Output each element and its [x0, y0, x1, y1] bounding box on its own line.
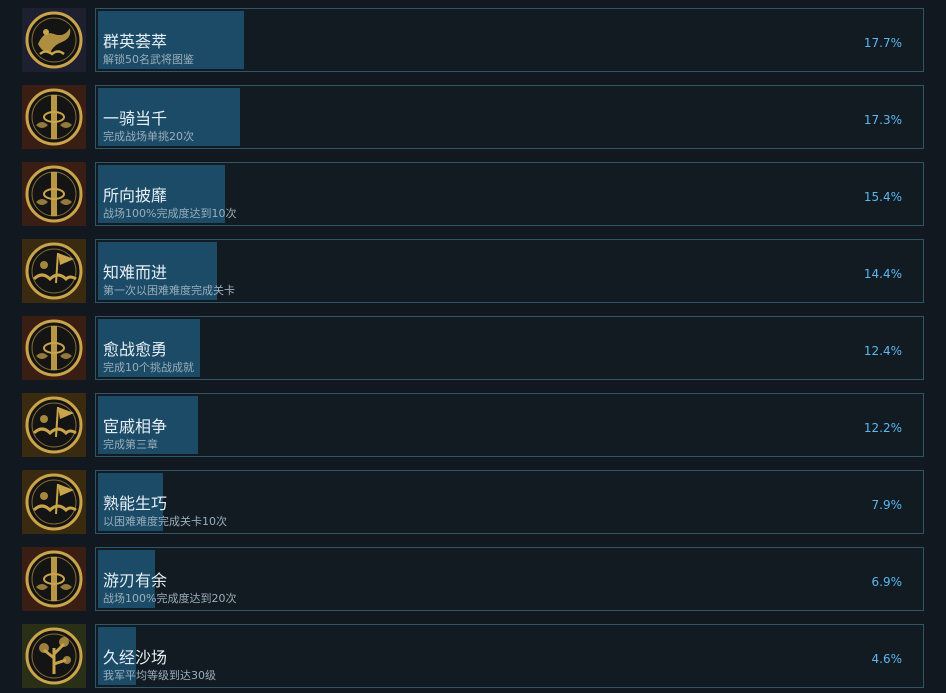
unlock-percent: 6.9% [871, 575, 903, 589]
achievement-progress-panel: 游刃有余 战场100%完成度达到20次 6.9% [95, 547, 924, 611]
unlock-percent: 14.4% [863, 267, 902, 281]
achievement-description: 完成第三章 [103, 438, 158, 451]
sword-medal-icon [22, 547, 86, 611]
dragon-cloud-medal-icon [22, 8, 86, 72]
sword-medal-icon [22, 85, 86, 149]
flag-cloud-medal-icon [22, 239, 86, 303]
achievement-row[interactable]: 群英荟萃 解锁50名武将图鉴 17.7% [0, 0, 946, 77]
unlock-percent: 17.7% [863, 36, 902, 50]
flag-cloud-medal-icon [22, 470, 86, 534]
achievement-description: 战场100%完成度达到20次 [103, 592, 237, 605]
achievement-name: 游刃有余 [103, 571, 168, 590]
achievement-description: 完成10个挑战成就 [103, 361, 194, 374]
achievement-description: 完成战场单挑20次 [103, 130, 194, 143]
achievement-progress-panel: 愈战愈勇 完成10个挑战成就 12.4% [95, 316, 924, 380]
unlock-percent: 12.4% [863, 344, 902, 358]
achievement-name: 知难而进 [103, 263, 168, 282]
achievement-progress-panel: 所向披靡 战场100%完成度达到10次 15.4% [95, 162, 924, 226]
achievement-row[interactable]: 一骑当千 完成战场单挑20次 17.3% [0, 77, 946, 154]
achievement-name: 愈战愈勇 [103, 340, 168, 359]
achievement-name: 所向披靡 [103, 186, 168, 205]
achievement-description: 我军平均等级到达30级 [103, 669, 216, 682]
achievement-description: 以困难难度完成关卡10次 [103, 515, 227, 528]
achievement-name: 熟能生巧 [103, 494, 168, 513]
achievement-progress-panel: 宦戚相争 完成第三章 12.2% [95, 393, 924, 457]
unlock-percent: 15.4% [863, 190, 902, 204]
tree-medal-icon [22, 624, 86, 688]
sword-medal-icon [22, 316, 86, 380]
achievement-row[interactable]: 愈战愈勇 完成10个挑战成就 12.4% [0, 308, 946, 385]
achievement-description: 解锁50名武将图鉴 [103, 53, 194, 66]
achievement-row[interactable]: 所向披靡 战场100%完成度达到10次 15.4% [0, 154, 946, 231]
achievement-progress-panel: 群英荟萃 解锁50名武将图鉴 17.7% [95, 8, 924, 72]
achievement-description: 战场100%完成度达到10次 [103, 207, 237, 220]
unlock-percent: 17.3% [863, 113, 902, 127]
achievement-name: 宦戚相争 [103, 417, 168, 436]
unlock-percent: 4.6% [871, 652, 903, 666]
achievement-row[interactable]: 熟能生巧 以困难难度完成关卡10次 7.9% [0, 462, 946, 539]
achievement-description: 第一次以困难难度完成关卡 [103, 284, 235, 297]
achievement-name: 群英荟萃 [103, 32, 168, 51]
achievement-row[interactable]: 游刃有余 战场100%完成度达到20次 6.9% [0, 539, 946, 616]
achievement-name: 一骑当千 [103, 109, 168, 128]
sword-medal-icon [22, 162, 86, 226]
achievement-row[interactable]: 知难而进 第一次以困难难度完成关卡 14.4% [0, 231, 946, 308]
unlock-percent: 12.2% [863, 421, 902, 435]
achievement-progress-panel: 熟能生巧 以困难难度完成关卡10次 7.9% [95, 470, 924, 534]
achievement-row[interactable]: 久经沙场 我军平均等级到达30级 4.6% [0, 616, 946, 693]
achievement-name: 久经沙场 [103, 648, 168, 667]
unlock-percent: 7.9% [871, 498, 903, 512]
flag-cloud-medal-icon [22, 393, 86, 457]
achievement-progress-panel: 一骑当千 完成战场单挑20次 17.3% [95, 85, 924, 149]
achievement-progress-panel: 久经沙场 我军平均等级到达30级 4.6% [95, 624, 924, 688]
achievement-row[interactable]: 宦戚相争 完成第三章 12.2% [0, 385, 946, 462]
achievement-progress-panel: 知难而进 第一次以困难难度完成关卡 14.4% [95, 239, 924, 303]
